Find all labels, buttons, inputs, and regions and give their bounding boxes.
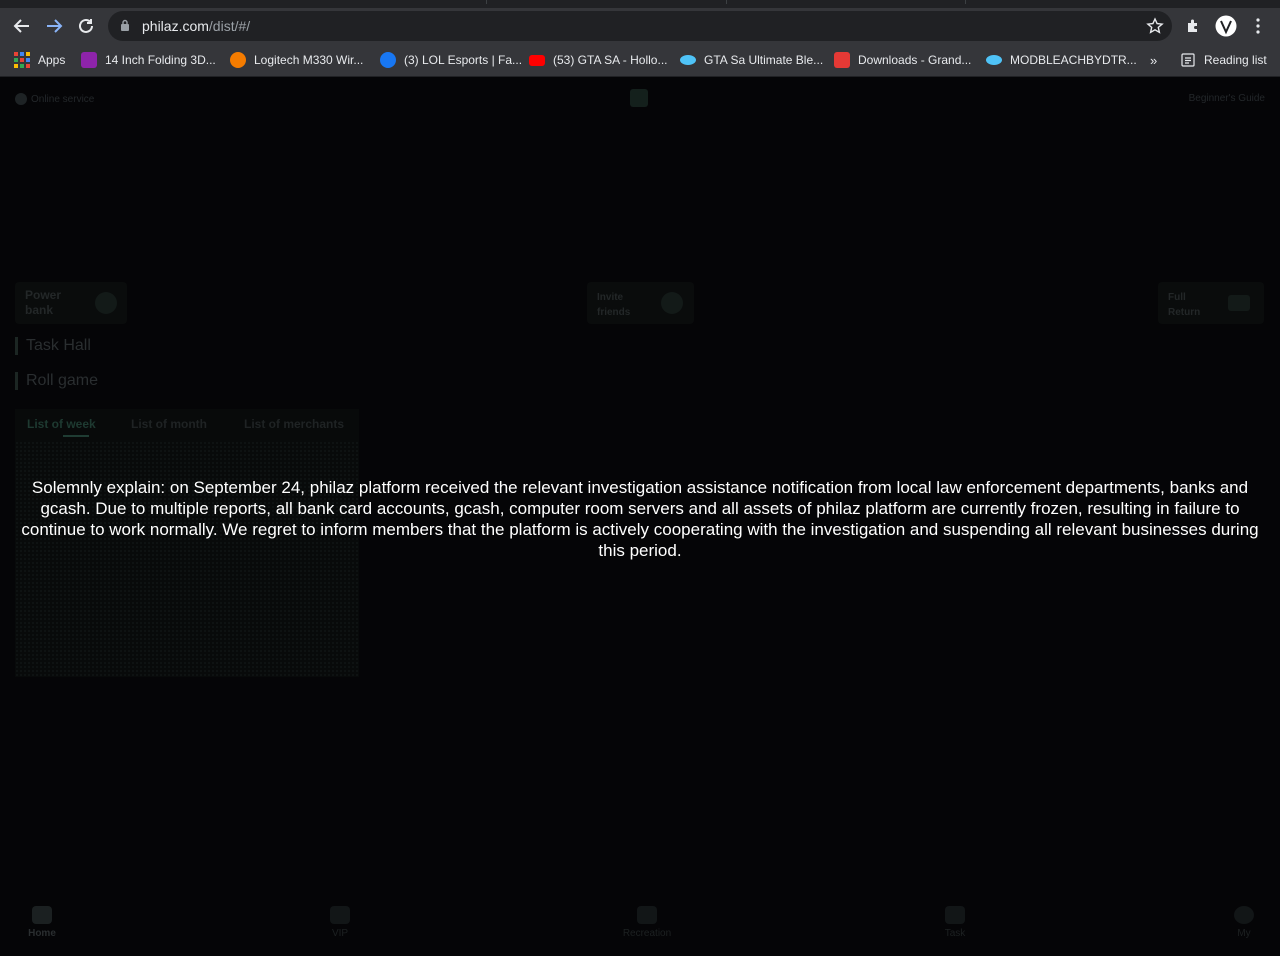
bookmark-item[interactable]: Downloads - Grand... <box>834 51 971 69</box>
nav-vip[interactable]: VIP <box>310 906 370 939</box>
profile-avatar[interactable] <box>1214 14 1238 38</box>
card-label-line1: Full <box>1168 292 1186 303</box>
extensions-button[interactable] <box>1181 14 1205 38</box>
money-bag-icon <box>95 292 117 314</box>
reading-list-icon <box>1181 53 1195 67</box>
tab-separator <box>486 0 487 4</box>
task-hall-heading: Task Hall <box>15 337 91 355</box>
nav-label: Home <box>28 928 56 939</box>
tab-separator <box>965 0 966 4</box>
address-bar[interactable]: philaz.com/dist/#/ <box>108 11 1172 41</box>
bookmark-label: MODBLEACHBYDTR... <box>1010 53 1137 67</box>
reload-button[interactable] <box>74 14 98 38</box>
lock-icon <box>121 19 129 31</box>
nav-label: Task <box>944 928 966 939</box>
tab-strip <box>0 0 1280 8</box>
nav-label: My <box>1237 928 1251 939</box>
nav-label: VIP <box>331 928 349 939</box>
puzzle-icon <box>1188 19 1197 32</box>
nav-my[interactable]: My <box>1214 906 1274 939</box>
site-favicon-icon <box>680 55 696 65</box>
invite-friends-card[interactable]: Invite friends <box>587 282 694 324</box>
leaderboard-tabs: List of week List of month List of merch… <box>15 409 359 441</box>
back-button[interactable] <box>10 14 34 38</box>
browser-toolbar: philaz.com/dist/#/ <box>0 8 1280 44</box>
bookmark-label: (53) GTA SA - Hollo... <box>553 53 668 67</box>
diamond-icon <box>330 906 350 924</box>
suspension-notice: Solemnly explain: on September 24, phila… <box>21 478 1259 560</box>
home-icon <box>32 906 52 924</box>
bookmark-item[interactable]: MODBLEACHBYDTR... <box>986 51 1137 69</box>
url-text: philaz.com/dist/#/ <box>142 18 250 34</box>
online-service-link[interactable]: Online service <box>15 93 94 105</box>
card-label-line2: bank <box>25 303 54 317</box>
card-label-line1: Power <box>25 288 62 302</box>
tab-list-of-month[interactable]: List of month <box>131 417 207 431</box>
bookmark-item[interactable]: (53) GTA SA - Hollo... <box>529 51 667 69</box>
headset-icon <box>15 93 27 105</box>
active-tab-indicator <box>63 435 89 437</box>
nav-label: Recreation <box>622 928 672 939</box>
url-host: philaz.com <box>142 18 209 34</box>
arrow-right-icon <box>47 19 63 33</box>
bookmark-label: Downloads - Grand... <box>858 53 972 67</box>
bookmark-item[interactable]: 14 Inch Folding 3D... <box>81 51 216 69</box>
site-favicon-icon <box>230 52 246 68</box>
tab-separator <box>726 0 727 4</box>
bottom-navigation: Home VIP Recreation Task My <box>0 900 1280 956</box>
power-bank-card[interactable]: Power bank <box>15 282 127 324</box>
full-return-card[interactable]: Full Return <box>1158 282 1264 324</box>
card-label: Full Return <box>1168 290 1200 320</box>
nav-task[interactable]: Task <box>925 906 985 939</box>
card-label-line2: friends <box>597 307 631 318</box>
reading-list-button[interactable]: Reading list <box>1181 51 1267 69</box>
apps-grid-icon <box>14 52 30 68</box>
online-service-label: Online service <box>31 93 95 105</box>
bookmark-label: Logitech M330 Wir... <box>254 53 364 67</box>
user-icon <box>1234 906 1254 924</box>
people-icon <box>661 292 683 314</box>
tab-list-of-merchants[interactable]: List of merchants <box>244 417 344 431</box>
star-icon[interactable] <box>1146 17 1164 35</box>
reading-list-label: Reading list <box>1204 53 1267 67</box>
bookmark-item[interactable]: GTA Sa Ultimate Ble... <box>680 51 823 69</box>
arrow-left-icon <box>13 19 29 33</box>
task-icon <box>945 906 965 924</box>
site-logo <box>630 89 648 107</box>
gift-icon <box>637 906 657 924</box>
beginners-guide-link[interactable]: Beginner's Guide <box>1189 93 1265 104</box>
card-label-line2: Return <box>1168 307 1201 318</box>
site-favicon-icon <box>986 55 1002 65</box>
more-vert-icon <box>1256 18 1260 34</box>
menu-button[interactable] <box>1246 14 1270 38</box>
card-label-line1: Invite <box>597 292 624 303</box>
bookmark-label: 14 Inch Folding 3D... <box>105 53 216 67</box>
tab-list-of-week[interactable]: List of week <box>27 417 96 431</box>
forward-button[interactable] <box>42 14 66 38</box>
bookmark-label: Apps <box>38 53 66 67</box>
roll-game-heading: Roll game <box>15 372 98 390</box>
more-bookmarks-button[interactable]: » <box>1150 51 1157 69</box>
bookmarks-bar: Apps 14 Inch Folding 3D... Logitech M330… <box>0 44 1280 77</box>
youtube-icon <box>529 54 545 66</box>
page-viewport: Online service Beginner's Guide Power ban… <box>0 77 1280 956</box>
wallet-icon <box>1228 295 1250 311</box>
reload-icon <box>79 18 93 33</box>
site-favicon-icon <box>81 52 97 68</box>
nav-home[interactable]: Home <box>12 906 72 939</box>
url-path: /dist/#/ <box>208 18 251 34</box>
nav-recreation[interactable]: Recreation <box>617 906 677 939</box>
facebook-icon <box>380 52 396 68</box>
card-label: Invite friends <box>597 290 630 320</box>
card-label: Power bank <box>25 288 61 318</box>
bookmark-item[interactable]: (3) LOL Esports | Fa... <box>380 51 522 69</box>
bookmark-item[interactable]: Logitech M330 Wir... <box>230 51 363 69</box>
bookmark-apps[interactable]: Apps <box>14 51 65 69</box>
avatar-icon <box>1215 15 1237 37</box>
bookmark-label: (3) LOL Esports | Fa... <box>404 53 523 67</box>
bookmark-label: GTA Sa Ultimate Ble... <box>704 53 824 67</box>
site-favicon-icon <box>834 52 850 68</box>
